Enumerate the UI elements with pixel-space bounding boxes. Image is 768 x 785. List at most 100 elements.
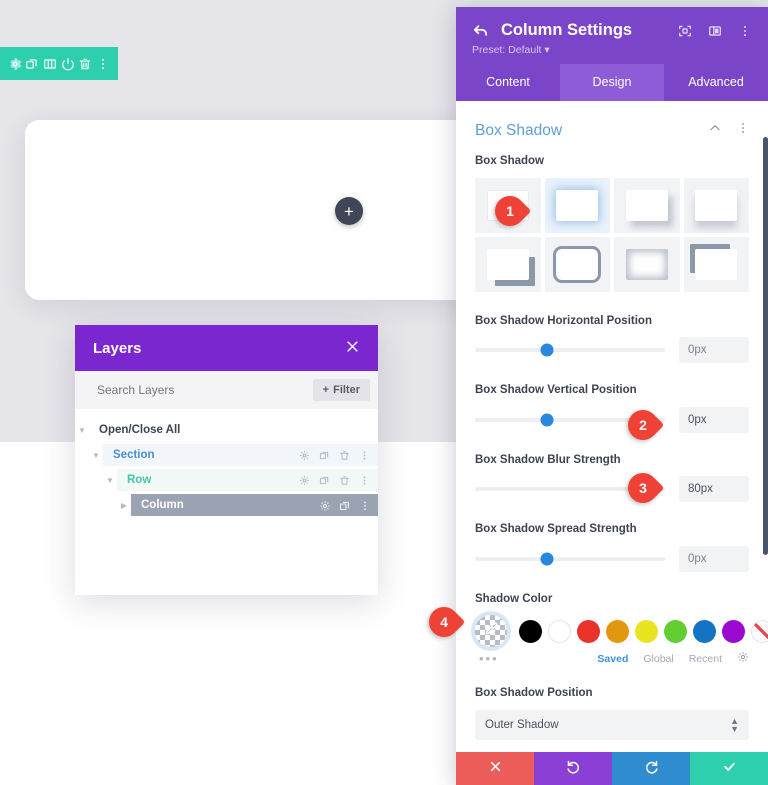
chevron-down-icon: ▼	[78, 425, 86, 435]
power-icon[interactable]	[60, 56, 76, 72]
spread-strength-label: Box Shadow Spread Strength	[475, 523, 637, 536]
box-shadow-preset-drop-bottom[interactable]	[683, 177, 749, 233]
layers-search-row: + Filter	[75, 371, 378, 409]
save-button[interactable]	[690, 752, 768, 785]
tab-design[interactable]: Design	[560, 64, 664, 101]
color-source-tabs: Saved Global Recent	[519, 651, 749, 666]
box-shadow-position-select[interactable]: Outer Shadow Inner Shadow	[475, 709, 749, 740]
more-options-icon[interactable]	[359, 500, 370, 511]
swatch-yellow[interactable]	[635, 619, 658, 643]
preset-label: Preset: Default	[472, 44, 542, 56]
settings-panel-header: Column Settings Preset: Default ▾	[456, 7, 768, 64]
trash-icon[interactable]	[339, 450, 350, 461]
box-shadow-preset-outline[interactable]	[544, 236, 610, 292]
gear-icon[interactable]	[319, 500, 330, 511]
color-tab-saved[interactable]: Saved	[597, 653, 628, 665]
color-more-dots[interactable]: •••	[479, 651, 519, 666]
more-options-icon[interactable]	[736, 121, 750, 140]
box-shadow-preset-corner-br[interactable]	[475, 236, 541, 292]
slider-knob[interactable]	[540, 552, 554, 566]
box-shadow-preset-drop-br[interactable]	[614, 177, 680, 233]
gear-icon[interactable]	[299, 450, 310, 461]
redo-icon	[644, 759, 659, 779]
spread-strength-value[interactable]	[679, 545, 749, 572]
layer-row-row[interactable]: ▼ Row	[75, 469, 378, 491]
layer-row-column[interactable]: ▶ Column	[75, 494, 378, 516]
swatch-purple[interactable]	[722, 619, 745, 643]
swatch-red[interactable]	[577, 619, 600, 643]
layer-actions-row	[299, 475, 370, 486]
spread-strength-slider[interactable]	[475, 552, 665, 566]
panel-scrollbar[interactable]	[763, 137, 768, 555]
blur-strength-value[interactable]	[679, 476, 749, 503]
eyedropper-icon	[484, 621, 499, 641]
layers-panel-header: Layers	[75, 325, 378, 371]
duplicate-icon[interactable]	[24, 56, 40, 72]
check-icon	[722, 759, 737, 779]
box-shadow-preset-glow[interactable]	[544, 177, 610, 233]
gear-icon[interactable]	[299, 475, 310, 486]
tab-content[interactable]: Content	[456, 64, 560, 101]
fullscreen-icon[interactable]	[678, 24, 692, 38]
box-shadow-preset-corner-tl[interactable]	[683, 236, 749, 292]
more-options-icon[interactable]	[95, 56, 111, 72]
blur-strength-label: Box Shadow Blur Strength	[475, 453, 621, 466]
chevron-down-icon[interactable]: ▼	[89, 451, 103, 460]
back-arrow-icon[interactable]	[472, 22, 489, 39]
column-hover-toolbar	[0, 47, 118, 80]
layer-pill-column[interactable]: Column	[131, 494, 378, 516]
chevron-up-icon[interactable]	[708, 121, 722, 140]
chevron-down-icon[interactable]: ▼	[103, 476, 117, 485]
color-tab-global[interactable]: Global	[643, 653, 673, 665]
duplicate-icon[interactable]	[339, 500, 350, 511]
section-header-icons	[708, 121, 750, 140]
swatch-green[interactable]	[664, 619, 687, 643]
tab-advanced[interactable]: Advanced	[664, 64, 768, 101]
gear-icon[interactable]	[737, 651, 749, 666]
undo-button[interactable]	[534, 752, 612, 785]
duplicate-icon[interactable]	[319, 450, 330, 461]
layer-open-close-all-row[interactable]: ▼ Open/Close All	[75, 419, 378, 441]
filter-button-label: Filter	[333, 384, 360, 396]
swatch-black[interactable]	[519, 619, 542, 643]
horizontal-position-value[interactable]	[679, 337, 749, 364]
gear-icon[interactable]	[7, 56, 23, 72]
search-layers-input[interactable]	[97, 383, 287, 397]
columns-icon[interactable]	[42, 56, 58, 72]
duplicate-icon[interactable]	[319, 475, 330, 486]
layer-pill-row[interactable]: Row	[117, 469, 378, 491]
annotation-marker-4: 4	[422, 600, 467, 644]
layer-label-section: Section	[113, 449, 155, 461]
vertical-position-value[interactable]	[679, 406, 749, 433]
shadow-color-picker[interactable]	[475, 615, 507, 648]
trash-icon[interactable]	[77, 56, 93, 72]
box-shadow-preset-inner[interactable]	[614, 236, 680, 292]
swatch-orange[interactable]	[606, 619, 629, 643]
filter-button[interactable]: + Filter	[312, 379, 370, 401]
more-options-icon[interactable]	[359, 450, 370, 461]
box-shadow-section-header[interactable]: Box Shadow	[456, 101, 768, 154]
layers-tree: ▼ Open/Close All ▼ Section ▼ Row ▶ Colum…	[75, 409, 378, 595]
close-icon[interactable]	[345, 339, 360, 357]
preset-selector[interactable]: Preset: Default ▾	[472, 44, 752, 56]
horizontal-position-slider[interactable]	[475, 343, 665, 357]
panel-layout-icon[interactable]	[708, 24, 722, 38]
add-module-button[interactable]: +	[335, 197, 363, 225]
swatch-blue[interactable]	[693, 619, 716, 643]
vertical-position-row	[475, 406, 749, 433]
color-tab-recent[interactable]: Recent	[689, 653, 722, 665]
more-options-icon[interactable]	[738, 24, 752, 38]
shadow-color-meta-row: ••• Saved Global Recent	[475, 651, 749, 666]
swatch-transparent[interactable]	[751, 619, 768, 643]
trash-icon[interactable]	[339, 475, 350, 486]
chevron-right-icon[interactable]: ▶	[117, 501, 131, 510]
preset-thumb	[556, 248, 599, 280]
slider-knob[interactable]	[540, 343, 554, 357]
layer-pill-section[interactable]: Section	[103, 444, 378, 466]
more-options-icon[interactable]	[359, 475, 370, 486]
layer-row-section[interactable]: ▼ Section	[75, 444, 378, 466]
slider-knob[interactable]	[540, 413, 554, 427]
cancel-button[interactable]	[456, 752, 534, 785]
redo-button[interactable]	[612, 752, 690, 785]
swatch-white[interactable]	[548, 619, 571, 643]
